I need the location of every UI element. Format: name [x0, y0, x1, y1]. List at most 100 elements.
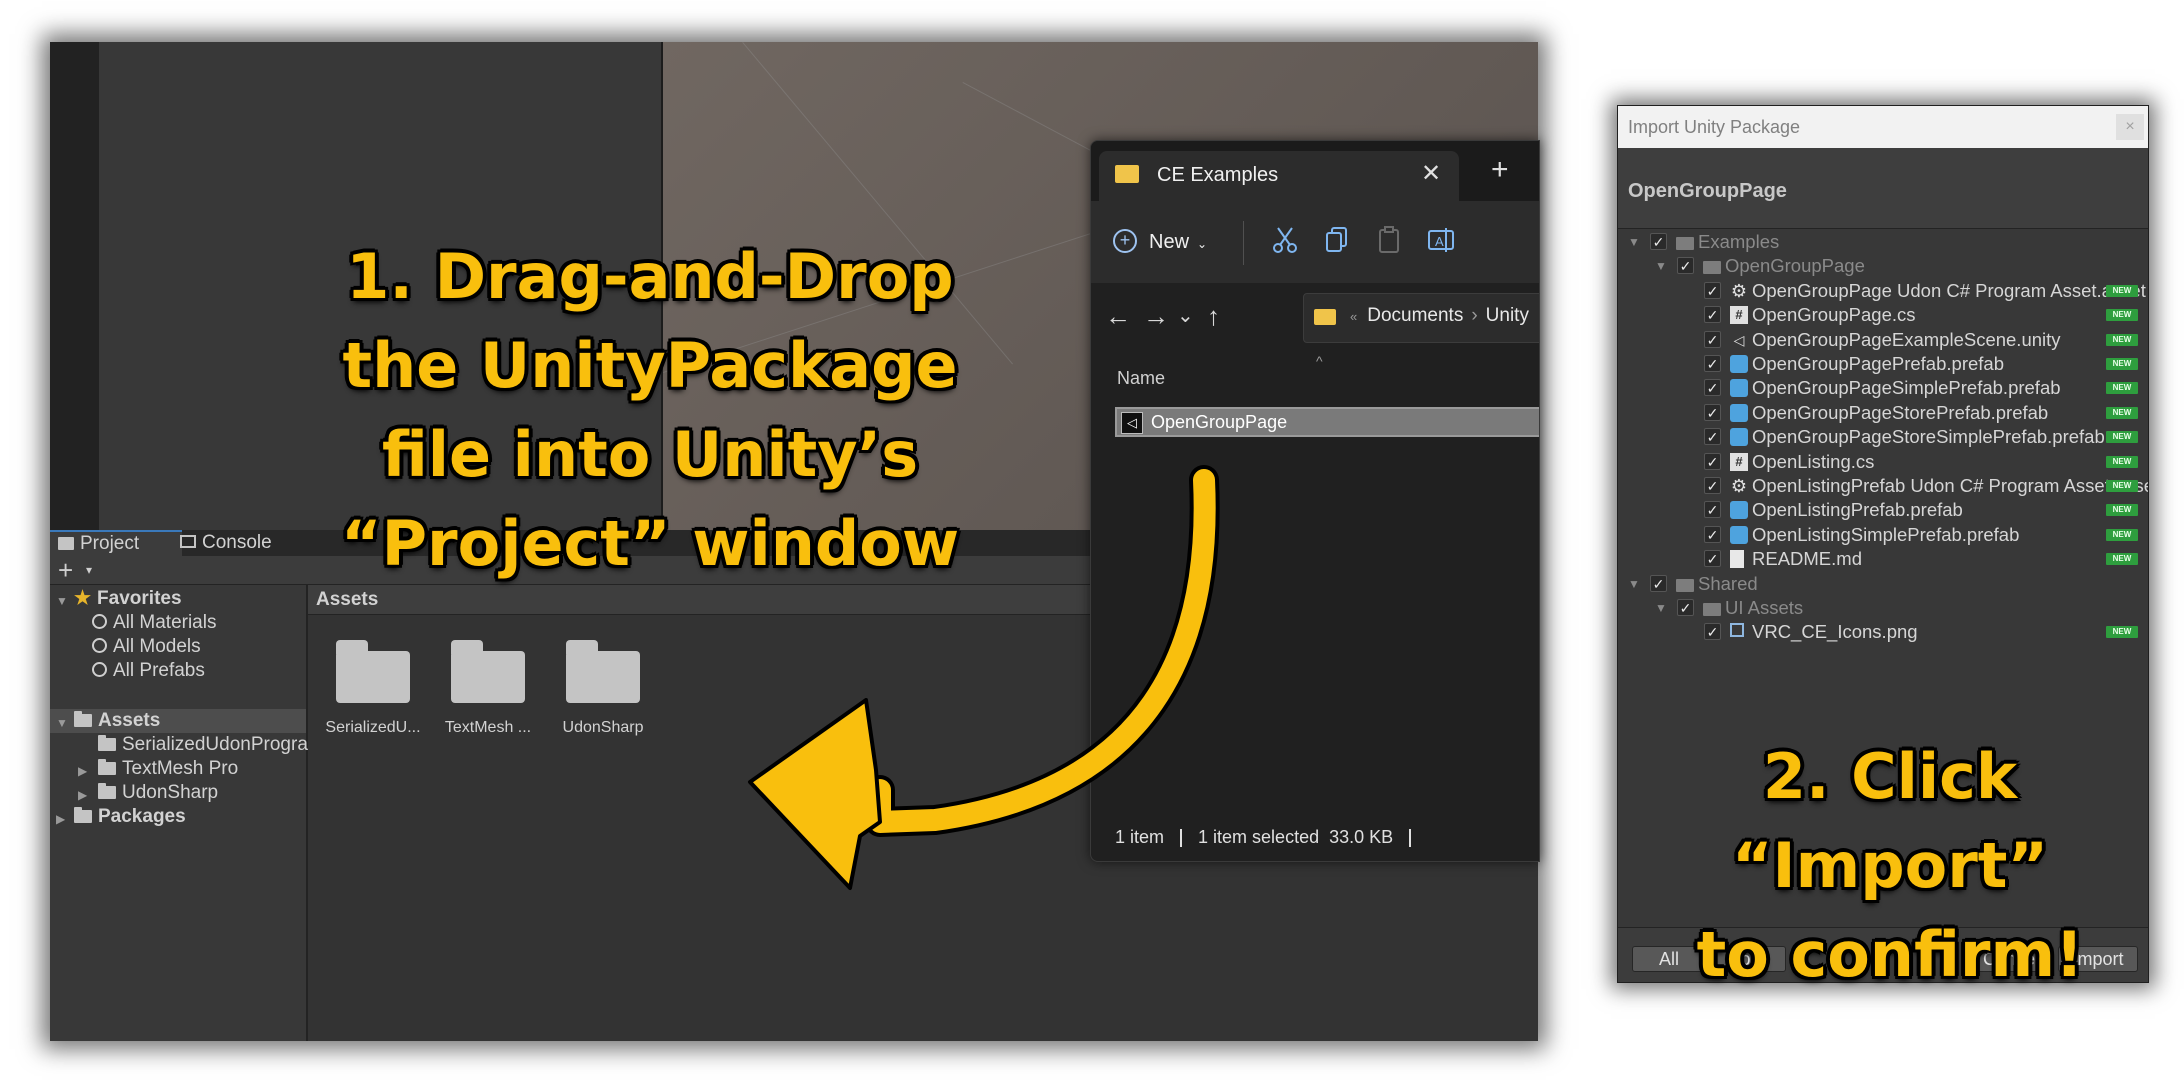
checkbox[interactable]: ✓	[1704, 525, 1721, 543]
import-item-row[interactable]: ✓ OpenGroupPageStorePrefab.prefab NEW	[1618, 401, 2148, 425]
checkbox[interactable]: ✓	[1704, 281, 1721, 299]
tree-item-udonsharp[interactable]: UdonSharp	[98, 781, 218, 805]
import-item-name: OpenGroupPageExampleScene.unity	[1752, 328, 2061, 350]
new-badge: NEW	[2106, 455, 2138, 468]
tree-item-packages[interactable]: Packages	[74, 805, 186, 829]
asset-folder-item[interactable]: SerializedU...	[318, 639, 428, 737]
tree-item-serialized[interactable]: SerializedUdonProgra	[98, 733, 308, 757]
new-tab-button[interactable]: +	[1491, 155, 1509, 185]
asset-folder-item[interactable]: TextMesh ...	[433, 639, 543, 737]
import-item-row[interactable]: ✓ OpenListingSimplePrefab.prefab NEW	[1618, 523, 2148, 547]
tree-item-all-prefabs[interactable]: All Prefabs	[92, 659, 205, 683]
folder-icon	[1115, 165, 1139, 183]
import-item-row[interactable]: ▼ ✓ Examples	[1618, 230, 2148, 254]
import-item-row[interactable]: ▼ ✓ OpenGroupPage	[1618, 254, 2148, 278]
import-item-row[interactable]: ✓ ⚙ OpenListingPrefab Udon C# Program Asse…	[1618, 474, 2148, 498]
breadcrumb-unity[interactable]: Unity	[1486, 305, 1529, 326]
file-row[interactable]: ◁ OpenGroupPage	[1115, 407, 1539, 437]
collapse-triangle-icon[interactable]: ▶	[56, 812, 65, 826]
checkbox[interactable]: ✓	[1704, 330, 1721, 348]
rename-button[interactable]: A	[1425, 225, 1457, 259]
add-asset-button[interactable]: +	[58, 557, 73, 583]
tab-console[interactable]: Console	[172, 530, 312, 556]
expand-triangle-icon[interactable]: ▼	[56, 594, 68, 608]
new-badge: NEW	[2106, 431, 2138, 444]
import-item-name: OpenGroupPageStoreSimplePrefab.prefab	[1752, 426, 2105, 448]
collapse-triangle-icon[interactable]: ▶	[78, 764, 87, 778]
chevron-down-icon[interactable]: ▾	[86, 563, 92, 577]
paste-icon	[1379, 226, 1399, 253]
import-item-row[interactable]: ✓ OpenGroupPageSimplePrefab.prefab NEW	[1618, 376, 2148, 400]
tree-item-textmesh[interactable]: TextMesh Pro	[98, 757, 238, 781]
collapse-triangle-icon[interactable]: ▶	[78, 788, 87, 802]
unity-scene-icon: ◁	[1733, 331, 1745, 348]
checkbox[interactable]: ✓	[1650, 574, 1667, 592]
import-item-row[interactable]: ✓ # OpenListing.cs NEW	[1618, 450, 2148, 474]
checkbox[interactable]: ✓	[1704, 623, 1721, 641]
checkbox[interactable]: ✓	[1704, 379, 1721, 397]
expand-triangle-icon[interactable]: ▼	[1655, 596, 1667, 620]
expand-triangle-icon[interactable]: ▼	[1655, 254, 1667, 278]
back-arrow-icon[interactable]: ←	[1105, 301, 1131, 331]
folder-icon	[336, 640, 410, 703]
explorer-tab[interactable]: CE Examples ✕	[1099, 151, 1459, 201]
import-item-row[interactable]: ✓ ◁ OpenGroupPageExampleScene.unity NEW	[1618, 328, 2148, 352]
tab-project[interactable]: Project	[50, 530, 182, 556]
import-item-row[interactable]: ▼ ✓ Shared	[1618, 572, 2148, 596]
import-item-row[interactable]: ✓ ⚙ OpenGroupPage Udon C# Program Asset.as…	[1618, 279, 2148, 303]
tree-item-all-models[interactable]: All Models	[92, 635, 201, 659]
new-badge: NEW	[2106, 358, 2138, 370]
checkbox[interactable]: ✓	[1650, 233, 1667, 250]
expand-triangle-icon[interactable]: ▼	[1628, 572, 1640, 596]
close-icon[interactable]: ×	[2116, 114, 2144, 140]
expand-triangle-icon[interactable]: ▼	[1628, 230, 1640, 254]
checkbox[interactable]: ✓	[1704, 306, 1721, 324]
cut-button[interactable]	[1269, 225, 1301, 259]
document-icon	[1730, 550, 1744, 569]
import-item-name: OpenGroupPageSimplePrefab.prefab	[1752, 377, 2061, 399]
checkbox[interactable]: ✓	[1704, 452, 1721, 470]
svg-text:A: A	[1435, 234, 1444, 249]
new-button[interactable]: + New ⌄	[1113, 225, 1207, 259]
import-item-name: OpenGroupPage	[1725, 255, 1865, 277]
paste-button[interactable]	[1373, 225, 1405, 259]
import-item-row[interactable]: ✓ # OpenGroupPage.cs NEW	[1618, 303, 2148, 327]
forward-arrow-icon[interactable]: →	[1143, 301, 1169, 331]
breadcrumb-documents[interactable]: Documents	[1367, 305, 1463, 326]
folder-icon	[1676, 578, 1694, 592]
close-icon[interactable]: ✕	[1421, 159, 1441, 188]
import-item-row[interactable]: ✓ OpenGroupPageStoreSimplePrefab.prefab NE…	[1618, 425, 2148, 449]
chevron-down-icon[interactable]: ⌄	[1177, 301, 1194, 331]
instruction-step-2: 2. Click “Import” to confirm!	[1610, 732, 2170, 999]
checkbox[interactable]: ✓	[1704, 477, 1721, 494]
import-item-row[interactable]: ✓ OpenListingPrefab.prefab NEW	[1618, 498, 2148, 522]
checkbox[interactable]: ✓	[1704, 501, 1721, 519]
tree-label: Packages	[98, 806, 186, 827]
import-item-row[interactable]: ✓ VRC_CE_Icons.png NEW	[1618, 620, 2148, 644]
checkbox[interactable]: ✓	[1704, 428, 1721, 446]
checkbox[interactable]: ✓	[1677, 599, 1694, 616]
import-item-row[interactable]: ✓ OpenGroupPagePrefab.prefab NEW	[1618, 352, 2148, 376]
checkbox[interactable]: ✓	[1704, 355, 1721, 372]
overflow-chevron-icon[interactable]: «	[1350, 309, 1357, 324]
up-arrow-icon[interactable]: ↑	[1207, 301, 1220, 331]
unity-package-icon: ◁	[1121, 412, 1143, 434]
asset-folder-label: TextMesh ...	[444, 719, 532, 736]
tree-item-all-materials[interactable]: All Materials	[92, 611, 216, 635]
copy-button[interactable]	[1321, 225, 1353, 259]
tree-item-favorites[interactable]: ★ Favorites	[74, 587, 182, 611]
import-item-row[interactable]: ✓ README.md NEW	[1618, 547, 2148, 571]
tree-item-assets[interactable]: Assets	[74, 709, 160, 733]
folder-open-icon	[74, 711, 92, 727]
import-item-name: README.md	[1752, 548, 1862, 570]
address-bar[interactable]: « Documents › Unity	[1303, 293, 1539, 343]
checkbox[interactable]: ✓	[1704, 403, 1721, 421]
checkbox[interactable]: ✓	[1677, 257, 1694, 275]
checkbox[interactable]: ✓	[1704, 550, 1721, 568]
expand-triangle-icon[interactable]: ▼	[56, 716, 68, 730]
prefab-icon	[1730, 403, 1748, 422]
asset-folder-item[interactable]: UdonSharp	[548, 639, 658, 737]
column-header-name[interactable]: Name	[1117, 368, 1165, 389]
package-name: OpenGroupPage	[1628, 180, 1787, 202]
import-item-row[interactable]: ▼ ✓ UI Assets	[1618, 596, 2148, 620]
